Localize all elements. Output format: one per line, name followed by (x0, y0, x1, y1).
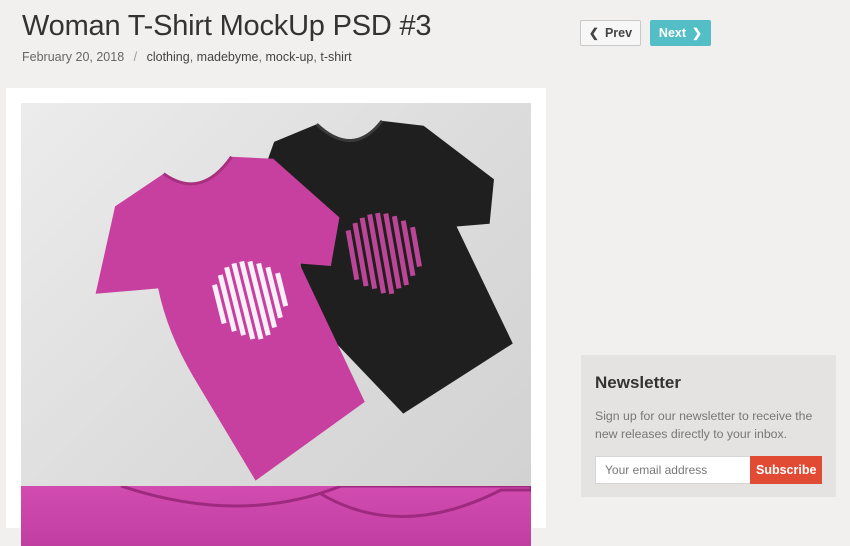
t-shirt-illustration (95, 119, 513, 481)
next-button[interactable]: Next ❯ (650, 20, 711, 46)
newsletter-description: Sign up for our newsletter to receive th… (595, 409, 813, 441)
chevron-right-icon: ❯ (692, 26, 703, 40)
email-field[interactable] (595, 456, 751, 484)
tag-link[interactable]: madebyme (197, 50, 259, 64)
subscribe-button[interactable]: Subscribe (750, 456, 822, 484)
image-card (6, 88, 546, 546)
post-meta: February 20, 2018 / clothing, madebyme, … (22, 50, 352, 64)
t-shirt-closeup-image[interactable] (21, 486, 531, 546)
meta-separator: / (133, 50, 138, 64)
tag-link[interactable]: mock-up (265, 50, 313, 64)
tag-link[interactable]: t-shirt (320, 50, 351, 64)
page-title: Woman T-Shirt MockUp PSD #3 (22, 10, 432, 42)
post-date: February 20, 2018 (22, 50, 125, 64)
newsletter-title: Newsletter (595, 373, 681, 392)
prev-button-label: Prev (604, 26, 633, 40)
chevron-left-icon: ❮ (588, 26, 599, 40)
newsletter-widget: Newsletter Sign up for our newsletter to… (581, 355, 836, 497)
t-shirt-mockup-image[interactable] (21, 103, 531, 486)
tag-link[interactable]: clothing (147, 50, 190, 64)
prev-button[interactable]: ❮ Prev (580, 20, 641, 46)
next-button-label: Next (658, 26, 687, 40)
